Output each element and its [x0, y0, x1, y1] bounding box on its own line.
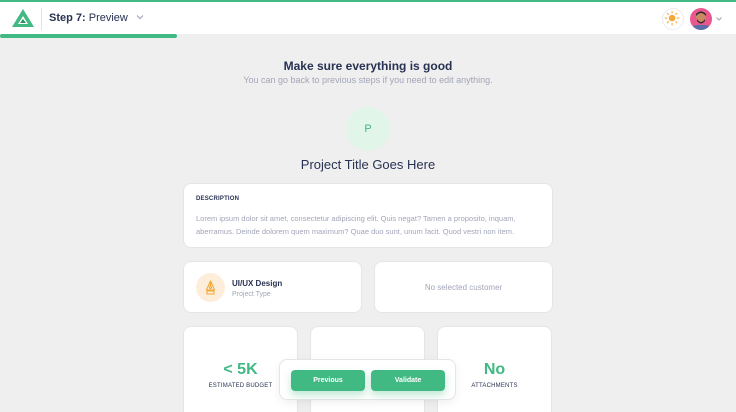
- wizard-action-bar: Previous Validate: [279, 359, 456, 400]
- description-card: DESCRIPTION Lorem ipsum dolor sit amet, …: [183, 183, 553, 248]
- step-title[interactable]: Step 7: Preview: [49, 12, 128, 24]
- page-subtitle: You can go back to previous steps if you…: [243, 75, 493, 85]
- top-navbar: Step 7: Preview: [0, 0, 736, 34]
- chevron-down-icon[interactable]: [135, 12, 145, 22]
- step-name: Preview: [88, 12, 128, 24]
- previous-button[interactable]: Previous: [291, 370, 365, 391]
- navbar-divider: [41, 8, 42, 30]
- user-avatar-image: [690, 8, 712, 30]
- project-title: Project Title Goes Here: [300, 157, 436, 172]
- validate-button[interactable]: Validate: [371, 370, 445, 391]
- logo-triangle-icon[interactable]: [11, 8, 35, 28]
- customer-card: No selected customer: [374, 261, 553, 313]
- description-text: Lorem ipsum dolor sit amet, consectetur …: [196, 214, 516, 236]
- wizard-progress-fill: [0, 34, 177, 38]
- customer-empty-text: No selected customer: [424, 283, 503, 292]
- description-label: DESCRIPTION: [196, 196, 240, 202]
- wizard-progress-bar: [0, 34, 736, 38]
- sun-icon: [664, 10, 680, 26]
- page-title: Make sure everything is good: [283, 59, 453, 73]
- project-type-card: UI/UX Design Project Type: [183, 261, 362, 313]
- project-avatar: P: [346, 107, 390, 151]
- step-number: Step 7:: [49, 12, 86, 24]
- project-type-label: Project Type: [232, 291, 271, 298]
- theme-toggle-button[interactable]: [662, 8, 684, 30]
- chevron-down-icon[interactable]: [715, 15, 723, 23]
- project-type-name: UI/UX Design: [232, 279, 283, 288]
- user-avatar[interactable]: [690, 8, 712, 30]
- project-type-icon-wrap: [196, 273, 225, 302]
- pen-tool-icon: [205, 280, 216, 295]
